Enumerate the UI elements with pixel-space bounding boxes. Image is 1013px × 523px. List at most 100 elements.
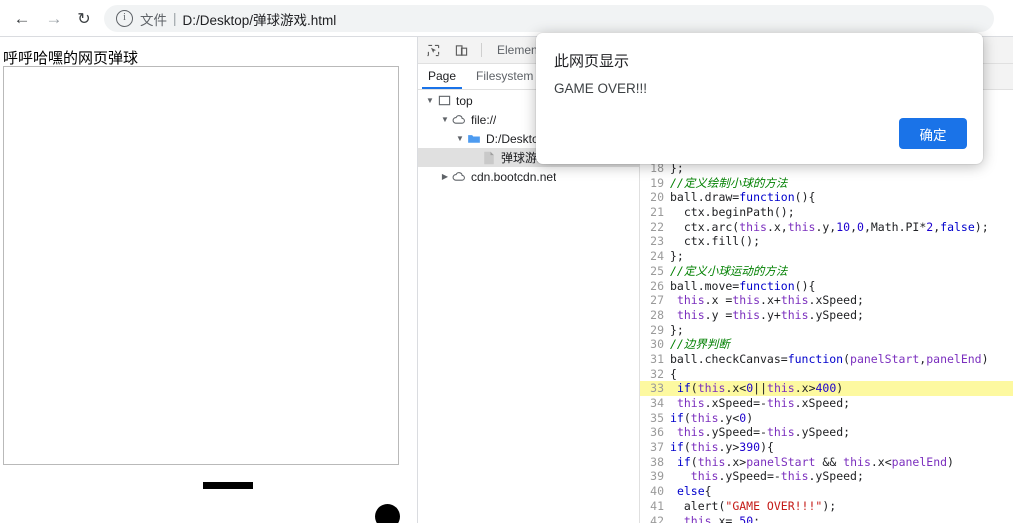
address-bar[interactable]: i 文件 | D:/Desktop/弹球游戏.html (104, 5, 994, 32)
info-circle-icon[interactable]: i (116, 10, 133, 27)
code-token: this (676, 396, 705, 410)
code-token: this (697, 454, 726, 469)
code-text: this.x= 50; (670, 514, 1013, 523)
code-line[interactable]: 35 if(this.y<0) (640, 411, 1013, 426)
line-number[interactable]: 23 (640, 234, 670, 249)
code-line[interactable]: 33 if(this.x<0||this.x>400) (640, 381, 1013, 396)
line-number[interactable]: 39 (640, 469, 670, 484)
code-token: //边界判断 (670, 337, 730, 352)
code-token: //定义绘制小球的方法 (670, 175, 788, 190)
code-text: this.ySpeed=-this.ySpeed; (670, 469, 1013, 484)
code-token: { (670, 366, 677, 381)
line-number[interactable]: 24 (640, 249, 670, 264)
code-token: this (780, 307, 809, 322)
address-bar-scheme-label: 文件 (140, 12, 167, 28)
tab-page[interactable]: Page (418, 64, 466, 89)
code-line[interactable]: 21 ctx.beginPath(); (640, 205, 1013, 220)
line-number[interactable]: 36 (640, 425, 670, 440)
line-number[interactable]: 26 (640, 279, 670, 294)
cloud-icon (451, 112, 467, 128)
code-line[interactable]: 34 this.xSpeed=-this.xSpeed; (640, 396, 1013, 411)
code-line[interactable]: 19//定义绘制小球的方法 (640, 176, 1013, 191)
code-token: .x, (766, 219, 788, 234)
code-token: ( (683, 410, 691, 425)
file-tree-label: file:// (471, 112, 497, 127)
line-number[interactable]: 40 (640, 484, 670, 499)
inspect-element-icon[interactable] (420, 38, 446, 62)
device-toolbar-icon[interactable] (448, 38, 474, 62)
code-text: //定义小球运动的方法 (670, 264, 1013, 279)
chevron-down-icon[interactable] (424, 91, 436, 110)
code-line[interactable]: 41 alert("GAME OVER!!!"); (640, 499, 1013, 514)
code-line[interactable]: 38 if(this.x>panelStart && this.x<panelE… (640, 455, 1013, 470)
code-line[interactable]: 31 ball.checkCanvas=function(panelStart,p… (640, 352, 1013, 367)
code-line[interactable]: 20 ball.draw=function(){ (640, 190, 1013, 205)
dialog-message: GAME OVER!!! (554, 81, 648, 96)
line-number[interactable]: 25 (640, 264, 670, 279)
code-token: ctx.arc( (670, 219, 740, 234)
file-tree-row[interactable]: cdn.bootcdn.net (418, 167, 640, 186)
line-number[interactable]: 41 (640, 499, 670, 514)
source-code[interactable]: 18}; 19//定义绘制小球的方法 20 ball.draw=function(){… (640, 161, 1013, 523)
chevron-down-icon[interactable] (439, 110, 451, 129)
line-number[interactable]: 19 (640, 176, 670, 191)
code-line[interactable]: 37 if(this.y>390){ (640, 440, 1013, 455)
code-token: this (697, 381, 726, 396)
code-line[interactable]: 39 this.ySpeed=-this.ySpeed; (640, 469, 1013, 484)
back-icon[interactable]: ← (8, 5, 36, 33)
code-text: ball.checkCanvas=function(panelStart,pan… (670, 352, 1013, 367)
code-token: ( (683, 440, 691, 455)
code-line[interactable]: 27 this.x =this.x+this.xSpeed; (640, 293, 1013, 308)
line-number[interactable]: 37 (640, 440, 670, 455)
code-line[interactable]: 22 ctx.arc(this.x,this.y,10,0,Math.PI*2,… (640, 220, 1013, 235)
code-token: this (690, 440, 719, 455)
line-number[interactable]: 38 (640, 455, 670, 470)
code-line[interactable]: 30//边界判断 (640, 337, 1013, 352)
code-text: }; (670, 249, 1013, 264)
code-token: .x< (870, 454, 892, 469)
code-token: .ySpeed; (808, 307, 864, 322)
line-number[interactable]: 30 (640, 337, 670, 352)
line-number[interactable]: 32 (640, 367, 670, 382)
line-number[interactable]: 31 (640, 352, 670, 367)
tab-filesystem[interactable]: Filesystem (466, 64, 543, 89)
code-line[interactable]: 25//定义小球运动的方法 (640, 264, 1013, 279)
code-line[interactable]: 28 this.y =this.y+this.ySpeed; (640, 308, 1013, 323)
reload-icon[interactable]: ↻ (70, 5, 98, 33)
line-number[interactable]: 21 (640, 205, 670, 220)
code-token: this (739, 219, 767, 234)
code-token: ( (690, 381, 698, 396)
line-number[interactable]: 42 (640, 514, 670, 523)
code-line[interactable]: 42 this.x= 50; (640, 514, 1013, 523)
code-text: ctx.beginPath(); (670, 205, 1013, 220)
code-token: && (815, 454, 844, 469)
code-token: ball.move= (670, 278, 740, 293)
code-line[interactable]: 36 this.ySpeed=-this.ySpeed; (640, 425, 1013, 440)
code-line[interactable]: 29}; (640, 323, 1013, 338)
line-number[interactable]: 27 (640, 293, 670, 308)
code-token: function (739, 278, 795, 293)
code-line[interactable]: 23 ctx.fill(); (640, 234, 1013, 249)
chevron-right-icon[interactable] (439, 167, 451, 186)
line-number[interactable]: 22 (640, 220, 670, 235)
game-canvas[interactable] (3, 66, 400, 523)
line-number[interactable]: 20 (640, 190, 670, 205)
code-text: if(this.y>390){ (670, 440, 1013, 455)
code-line[interactable]: 40 else{ (640, 484, 1013, 499)
chevron-down-icon[interactable] (454, 129, 466, 148)
forward-icon[interactable]: → (40, 5, 68, 33)
line-number[interactable]: 35 (640, 411, 670, 426)
line-number[interactable]: 28 (640, 308, 670, 323)
code-token: .ySpeed; (794, 425, 851, 440)
line-number[interactable]: 29 (640, 323, 670, 338)
line-number[interactable]: 34 (640, 396, 670, 411)
line-number[interactable]: 33 (640, 381, 670, 396)
code-token: .ySpeed=- (704, 425, 767, 440)
code-token: ; (753, 513, 761, 523)
code-token: ,Math.PI* (863, 219, 927, 234)
code-line[interactable]: 32{ (640, 367, 1013, 382)
dialog-ok-button[interactable]: 确定 (899, 118, 967, 149)
code-line[interactable]: 26 ball.move=function(){ (640, 279, 1013, 294)
code-token: (){ (794, 278, 816, 293)
code-line[interactable]: 24}; (640, 249, 1013, 264)
